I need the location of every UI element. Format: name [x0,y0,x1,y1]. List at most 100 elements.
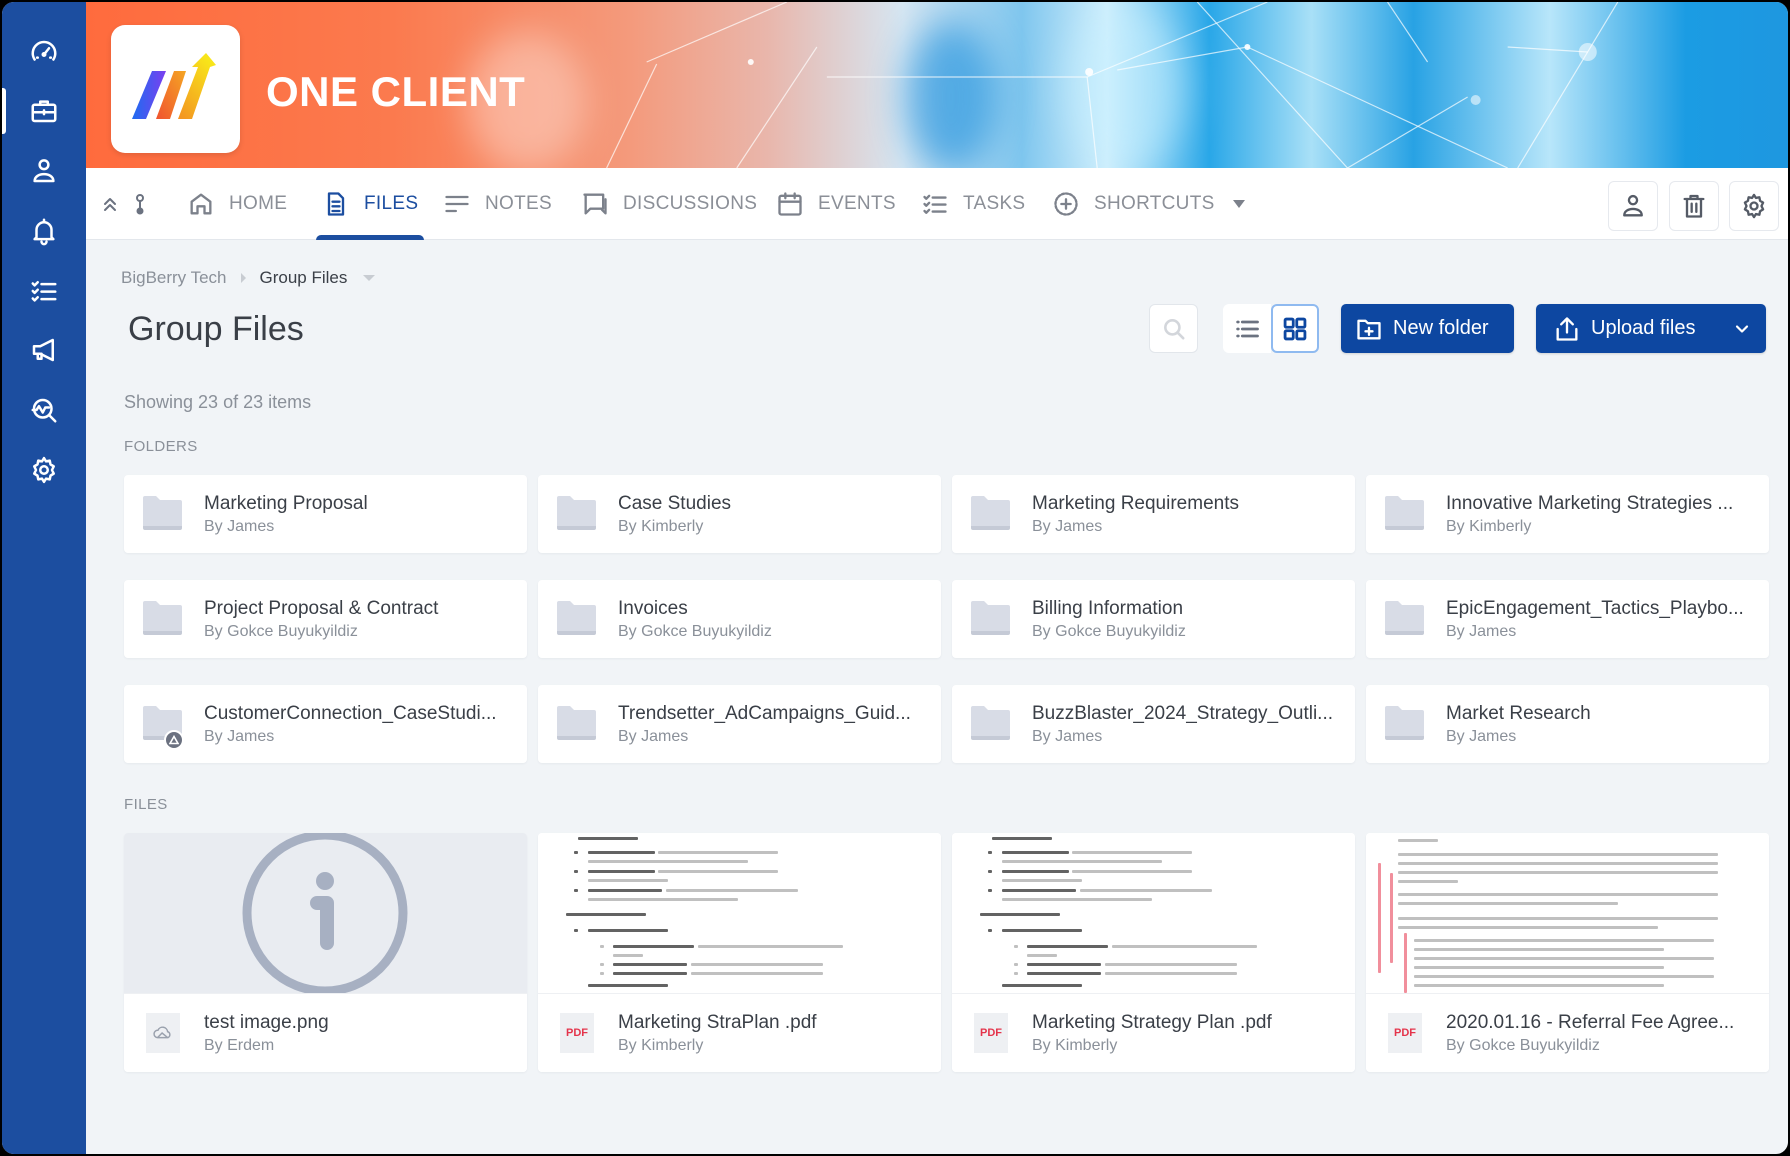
chevron-down-icon [1232,200,1245,208]
sidebar-item-notifications[interactable] [2,206,86,256]
folder-card[interactable]: Invoices By Gokce Buyukyildiz [538,580,941,658]
tab-label: TASKS [963,193,1026,214]
folder-card[interactable]: CustomerConnection_CaseStudi... By James [124,685,527,763]
folder-name: Marketing Proposal [204,493,368,514]
search-analytics-icon [31,398,57,423]
list-icon [1236,320,1259,337]
file-icon [327,192,345,216]
file-info: test image.png By Erdem [124,993,527,1072]
folder-owner: By Gokce Buyukyildiz [618,623,772,640]
folder-icon [557,706,596,740]
sidebar-item-announcements[interactable] [2,325,86,375]
folder-owner: By James [204,518,275,535]
file-card[interactable]: test image.png By Erdem [124,833,527,1072]
file-thumbnail [124,833,527,993]
file-owner: By Gokce Buyukyildiz [1446,1037,1600,1054]
tab-home[interactable]: HOME [187,168,287,240]
sidebar-item-dashboard[interactable] [2,27,86,77]
file-card[interactable]: PDF Marketing Strategy Plan .pdf By Kimber… [952,833,1355,1072]
sidebar-item-analytics[interactable] [2,385,86,435]
tab-events[interactable]: EVENTS [776,168,896,240]
checklist-icon [923,194,947,214]
folder-owner: By Gokce Buyukyildiz [1032,623,1186,640]
pin-icon [136,194,144,215]
gauge-icon [31,40,57,61]
pin-button[interactable] [128,190,152,218]
folder-owner: By Kimberly [618,518,704,535]
folder-card[interactable]: BuzzBlaster_2024_Strategy_Outli... By Ja… [952,685,1355,763]
pdf-file-icon: PDF [974,1013,1008,1053]
search-button[interactable] [1149,304,1198,353]
tab-shortcuts[interactable]: SHORTCUTS [1052,168,1245,240]
home-icon [190,193,212,215]
folder-owner: By James [1032,728,1103,745]
breadcrumb-link[interactable]: BigBerry Tech [121,268,227,288]
new-folder-label: New folder [1393,317,1489,339]
app-title: ONE CLIENT [266,68,526,115]
tab-notes[interactable]: NOTES [443,168,552,240]
chat-icon [583,193,607,215]
folder-name: CustomerConnection_CaseStudi... [204,703,497,724]
folder-card[interactable]: Case Studies By Kimberly [538,475,941,553]
folder-owner: By Kimberly [1446,518,1532,535]
list-view-button[interactable] [1223,304,1271,353]
tab-files[interactable]: FILES [315,168,425,240]
bell-icon [33,218,55,246]
folder-card[interactable]: Trendsetter_AdCampaigns_Guid... By James [538,685,941,763]
tab-tasks[interactable]: TASKS [921,168,1025,240]
item-count: Showing 23 of 23 items [124,392,312,412]
file-name: 2020.01.16 - Referral Fee Agree... [1446,1012,1735,1033]
folder-card[interactable]: Marketing Requirements By James [952,475,1355,553]
folder-name: EpicEngagement_Tactics_Playbo... [1446,598,1744,619]
sidebar-item-contacts[interactable] [2,146,86,196]
folder-card[interactable]: Marketing Proposal By James [124,475,527,553]
sidebar-item-tasks[interactable] [2,266,86,316]
folder-card[interactable]: Project Proposal & Contract By Gokce Buy… [124,580,527,658]
chevron-down-icon[interactable] [363,275,376,281]
folder-icon [1385,706,1424,740]
folder-card[interactable]: EpicEngagement_Tactics_Playbo... By Jame… [1366,580,1769,658]
folder-icon [557,496,596,530]
members-button[interactable] [1608,181,1658,231]
workspace-nav: HOME FILES NOTES DISCUSSIONS EVENTS TASK… [86,168,1788,240]
tab-discussions[interactable]: DISCUSSIONS [581,168,757,240]
pdf-file-icon: PDF [1388,1013,1422,1053]
folder-card[interactable]: Billing Information By Gokce Buyukyildiz [952,580,1355,658]
new-folder-button[interactable]: New folder [1341,304,1514,353]
gear-icon [33,456,55,484]
upload-files-button[interactable]: Upload files [1536,304,1766,353]
workspace-settings-button[interactable] [1729,181,1779,231]
tab-label: NOTES [485,193,552,214]
folder-name: Case Studies [618,493,732,514]
trash-button[interactable] [1669,181,1719,231]
grid-view-button[interactable] [1271,304,1319,353]
file-thumbnail [952,833,1355,993]
search-icon [1163,318,1185,340]
folder-owner: By James [204,728,275,745]
info-icon [242,833,408,993]
file-card[interactable]: PDF Marketing StraPlan .pdf By Kimberly [538,833,941,1072]
upload-files-label: Upload files [1591,317,1696,339]
tab-label: HOME [229,193,288,214]
user-icon [33,159,55,183]
file-card[interactable]: PDF 2020.01.16 - Referral Fee Agree... By … [1366,833,1769,1072]
folder-icon [971,496,1010,530]
folder-name: Marketing Requirements [1032,493,1239,514]
file-info: PDF 2020.01.16 - Referral Fee Agree... By … [1366,993,1769,1072]
file-info: PDF Marketing StraPlan .pdf By Kimberly [538,993,941,1072]
files-section-label: FILES [124,796,168,813]
sidebar-item-workspaces[interactable] [2,86,86,136]
sidebar-item-settings[interactable] [2,445,86,495]
grid-icon [1283,317,1307,340]
app-window: ONE CLIENT HOME FILES NOTES DISCUSSIONS … [2,2,1788,1154]
folder-card[interactable]: Innovative Marketing Strategies ... By K… [1366,475,1769,553]
folder-card[interactable]: Market Research By James [1366,685,1769,763]
user-icon [1623,194,1643,217]
briefcase-icon [31,100,57,123]
chevron-down-icon[interactable] [1732,319,1752,339]
folder-owner: By James [1446,728,1517,745]
folder-name: Innovative Marketing Strategies ... [1446,493,1734,514]
checklist-icon [31,281,57,302]
collapse-button[interactable] [98,190,122,218]
notes-icon [445,195,469,213]
